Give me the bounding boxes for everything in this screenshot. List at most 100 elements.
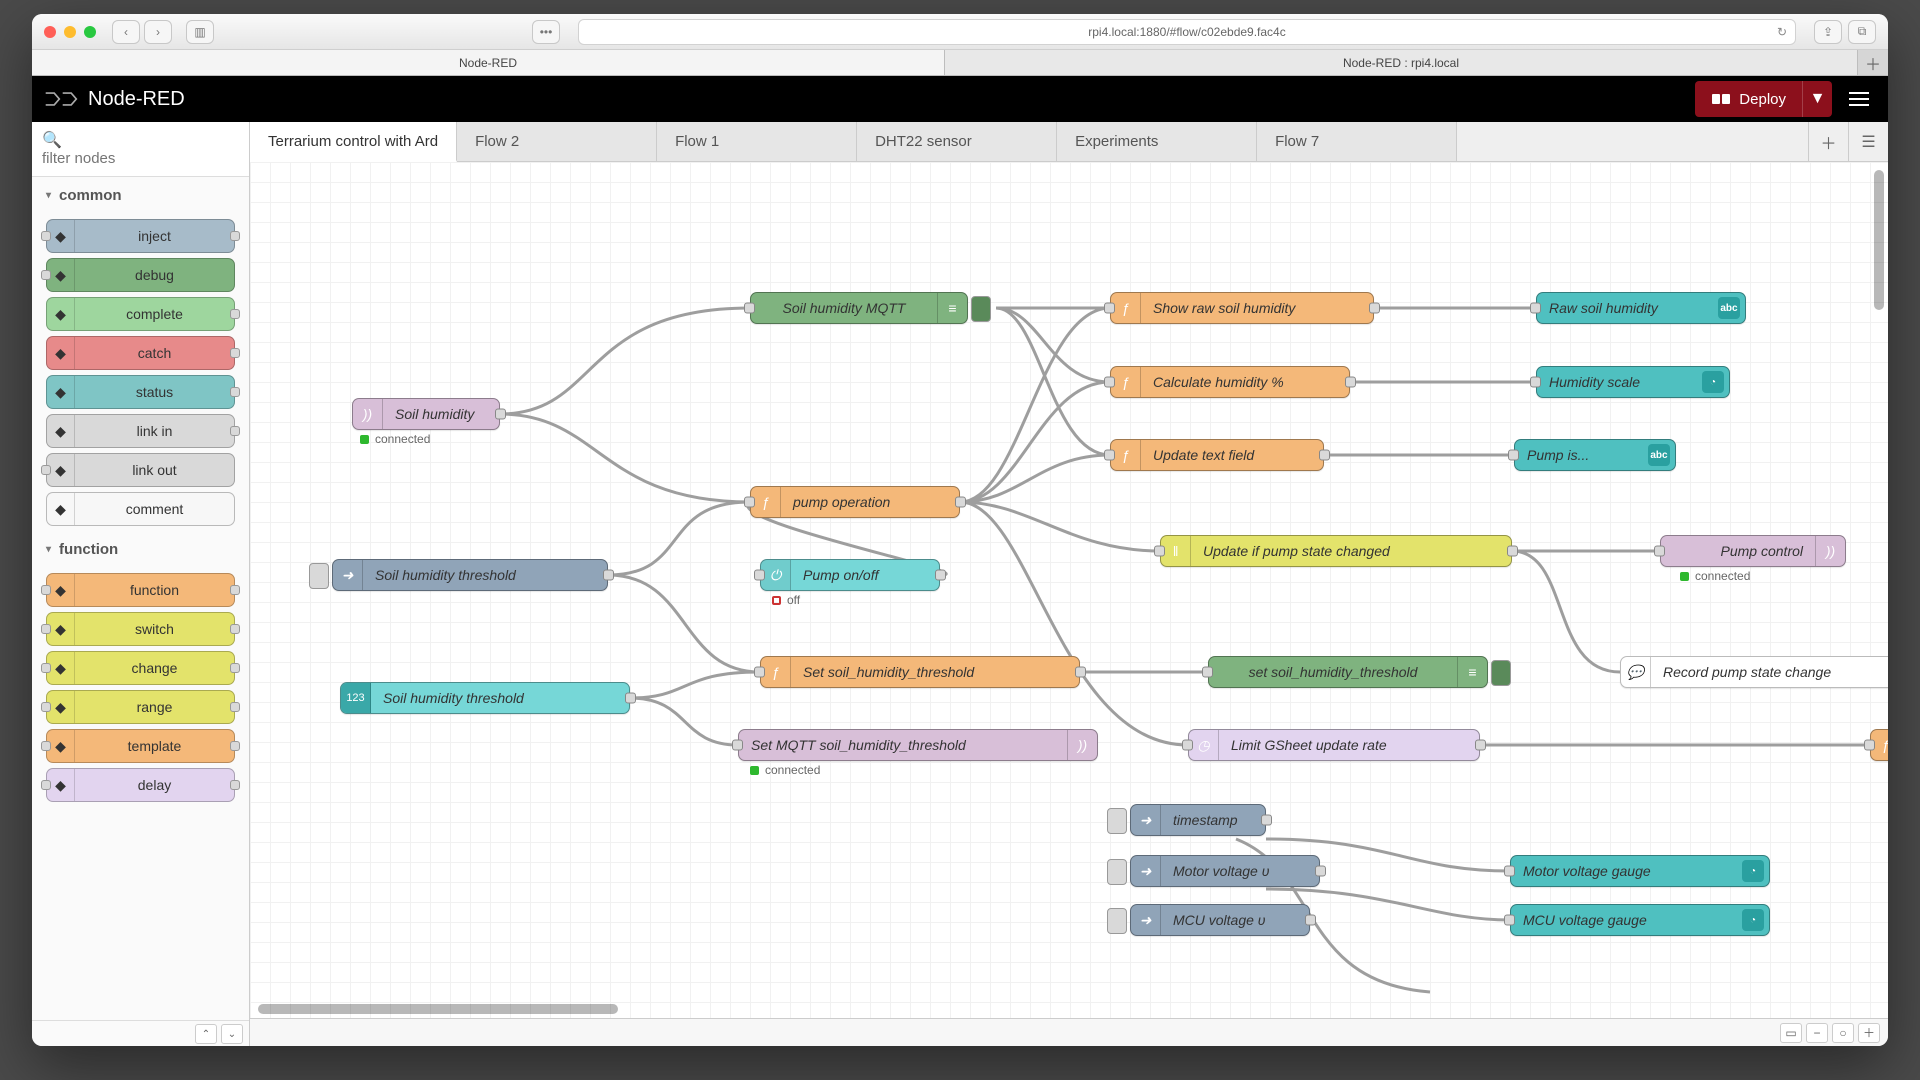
debug-toggle[interactable] (1491, 660, 1511, 686)
palette-node-link-in[interactable]: ◆link in (46, 414, 235, 448)
node-raw-humidity-text[interactable]: Raw soil humidity abc (1536, 292, 1746, 324)
inject-icon: ➜ (1131, 856, 1161, 886)
palette-collapse-all[interactable]: ⌃ (195, 1024, 217, 1044)
node-humidity-gauge[interactable]: Humidity scale ◔ (1536, 366, 1730, 398)
flow-tab-3[interactable]: DHT22 sensor (857, 122, 1057, 161)
workspace-footer: ▭ − ○ ＋ (250, 1018, 1888, 1046)
node-show-raw-humidity[interactable]: ƒ Show raw soil humidity (1110, 292, 1374, 324)
node-prepare[interactable]: ƒ Prepa (1870, 729, 1888, 761)
page-actions[interactable]: ••• (532, 20, 560, 44)
inject-button[interactable] (1107, 808, 1127, 834)
node-pump-text[interactable]: Pump is... abc (1514, 439, 1676, 471)
reload-icon[interactable]: ↻ (1777, 25, 1787, 39)
browser-new-tab[interactable]: ＋ (1858, 50, 1888, 75)
canvas-hscroll[interactable] (258, 1004, 618, 1014)
filter-nodes-input[interactable] (42, 150, 239, 167)
palette-node-switch[interactable]: ◆switch (46, 612, 235, 646)
palette-node-complete[interactable]: ◆complete (46, 297, 235, 331)
node-pump-control-mqtt-out[interactable]: Pump control )) (1660, 535, 1846, 567)
sidebar-toggle[interactable]: ▥ (186, 20, 214, 44)
tabs-overview[interactable]: ⧉ (1848, 20, 1876, 44)
node-update-text[interactable]: ƒ Update text field (1110, 439, 1324, 471)
forward-button[interactable]: › (144, 20, 172, 44)
palette-node-link-out[interactable]: ◆link out (46, 453, 235, 487)
zoom-window[interactable] (84, 26, 96, 38)
gauge-icon: ◔ (1702, 371, 1724, 393)
node-inject-motor-v[interactable]: ➜ Motor voltage ʋ (1130, 855, 1320, 887)
node-inject-mcu-v[interactable]: ➜ MCU voltage ʋ (1130, 904, 1310, 936)
node-set-threshold-debug[interactable]: set soil_humidity_threshold ≡ (1208, 656, 1488, 688)
deploy-dropdown[interactable]: ▼ (1802, 81, 1832, 117)
minimize-window[interactable] (64, 26, 76, 38)
node-pump-switch[interactable]: ⏻ Pump on/off (760, 559, 940, 591)
flow-tab-4[interactable]: Experiments (1057, 122, 1257, 161)
palette-node-status[interactable]: ◆status (46, 375, 235, 409)
flow-tab-5[interactable]: Flow 7 (1257, 122, 1457, 161)
inject-button[interactable] (309, 563, 329, 589)
node-ui-threshold-number[interactable]: 123 Soil humidity threshold (340, 682, 630, 714)
node-motor-gauge[interactable]: Motor voltage gauge ◔ (1510, 855, 1770, 887)
node-set-threshold[interactable]: ƒ Set soil_humidity_threshold (760, 656, 1080, 688)
add-flow-tab[interactable]: ＋ (1808, 122, 1848, 161)
node-inject-timestamp[interactable]: ➜ timestamp (1130, 804, 1266, 836)
palette-node-inject[interactable]: ◆inject (46, 219, 235, 253)
node-type-icon: ◆ (47, 454, 75, 486)
list-flow-tabs[interactable]: ☰ (1848, 122, 1888, 161)
node-soil-humidity-debug[interactable]: Soil humidity MQTT ≡ (750, 292, 968, 324)
flow-tab-0[interactable]: Terrarium control with Ard (250, 122, 457, 162)
url-bar[interactable]: rpi4.local:1880/#flow/c02ebde9.fac4c ↻ (578, 19, 1796, 45)
palette-filter: 🔍 (32, 122, 249, 177)
flow-tab-1[interactable]: Flow 2 (457, 122, 657, 161)
node-type-icon: ◆ (47, 691, 75, 723)
mqtt-out-icon: )) (1067, 730, 1097, 760)
debug-toggle[interactable] (971, 296, 991, 322)
palette-expand-all[interactable]: ⌄ (221, 1024, 243, 1044)
palette-node-comment[interactable]: ◆comment (46, 492, 235, 526)
back-button[interactable]: ‹ (112, 20, 140, 44)
share-button[interactable]: ⇪ (1814, 20, 1842, 44)
node-mcu-gauge[interactable]: MCU voltage gauge ◔ (1510, 904, 1770, 936)
node-type-icon: ◆ (47, 769, 75, 801)
node-type-icon: ◆ (47, 298, 75, 330)
main-menu[interactable] (1842, 82, 1876, 116)
node-inject-threshold[interactable]: ➜ Soil humidity threshold (332, 559, 608, 591)
node-comment-record[interactable]: 💬 Record pump state change (1620, 656, 1888, 688)
deploy-label: Deploy (1739, 91, 1786, 108)
flow-tab-2[interactable]: Flow 1 (657, 122, 857, 161)
zoom-in[interactable]: ＋ (1858, 1023, 1880, 1043)
inject-button[interactable] (1107, 908, 1127, 934)
zoom-reset[interactable]: ○ (1832, 1023, 1854, 1043)
node-limit-rate[interactable]: ◷ Limit GSheet update rate (1188, 729, 1480, 761)
function-icon: ƒ (1111, 293, 1141, 323)
node-set-mqtt-threshold[interactable]: Set MQTT soil_humidity_threshold )) (738, 729, 1098, 761)
palette-node-function[interactable]: ◆function (46, 573, 235, 607)
deploy-button[interactable]: Deploy ▼ (1695, 81, 1832, 117)
palette: 🔍 common ◆inject ◆debug ◆complete ◆catch ◆sta… (32, 122, 250, 1046)
palette-category-function[interactable]: function (32, 531, 249, 568)
inject-button[interactable] (1107, 859, 1127, 885)
palette-node-template[interactable]: ◆template (46, 729, 235, 763)
node-rbe-pump-state[interactable]: ‖ Update if pump state changed (1160, 535, 1512, 567)
palette-node-delay[interactable]: ◆delay (46, 768, 235, 802)
view-toggle[interactable]: ▭ (1780, 1023, 1802, 1043)
comment-icon: 💬 (1621, 657, 1651, 687)
flow-canvas[interactable]: )) Soil humidity connected Soil humidity… (250, 162, 1888, 1018)
palette-node-debug[interactable]: ◆debug (46, 258, 235, 292)
node-type-icon: ◆ (47, 415, 75, 447)
palette-node-catch[interactable]: ◆catch (46, 336, 235, 370)
browser-tab-1[interactable]: Node-RED : rpi4.local (945, 50, 1858, 75)
inject-icon: ➜ (1131, 805, 1161, 835)
titlebar: ‹ › ▥ ••• rpi4.local:1880/#flow/c02ebde9… (32, 14, 1888, 50)
node-type-icon: ◆ (47, 613, 75, 645)
node-soil-humidity-mqtt-in[interactable]: )) Soil humidity (352, 398, 500, 430)
zoom-out[interactable]: − (1806, 1023, 1828, 1043)
palette-node-range[interactable]: ◆range (46, 690, 235, 724)
palette-category-common[interactable]: common (32, 177, 249, 214)
node-calc-humidity[interactable]: ƒ Calculate humidity % (1110, 366, 1350, 398)
browser-tab-0[interactable]: Node-RED (32, 50, 945, 75)
numeric-icon: 123 (341, 683, 371, 713)
palette-node-change[interactable]: ◆change (46, 651, 235, 685)
url-text: rpi4.local:1880/#flow/c02ebde9.fac4c (1088, 25, 1285, 39)
node-pump-operation[interactable]: ƒ pump operation (750, 486, 960, 518)
close-window[interactable] (44, 26, 56, 38)
